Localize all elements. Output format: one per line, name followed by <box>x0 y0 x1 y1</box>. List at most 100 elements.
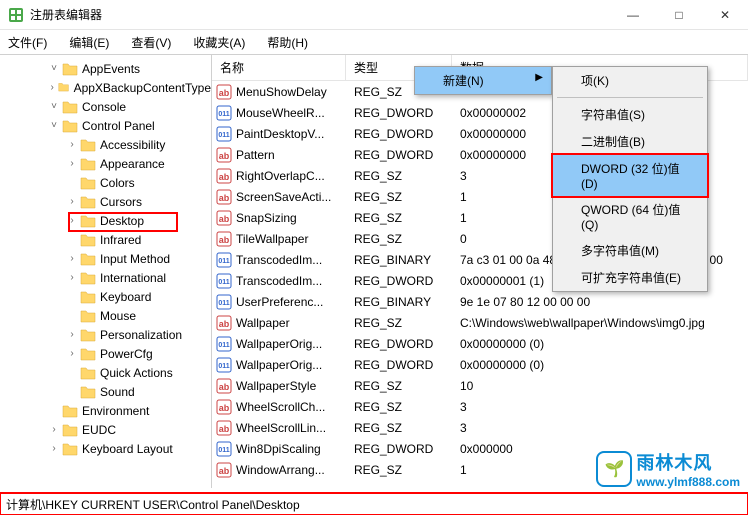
statusbar-path: 计算机\HKEY CURRENT USER\Control Panel\Desk… <box>6 496 300 513</box>
tree-item-infrared[interactable]: Infrared <box>0 230 211 249</box>
tree-item-label: Sound <box>100 385 135 399</box>
tree-item-cursors[interactable]: ›Cursors <box>0 192 211 211</box>
context-sub-item[interactable]: QWORD (64 位)值(Q) <box>553 196 707 237</box>
expander-icon[interactable]: › <box>48 424 60 435</box>
value-icon: 011 <box>216 252 232 268</box>
expander-icon[interactable]: › <box>48 82 56 93</box>
tree-item-accessibility[interactable]: ›Accessibility <box>0 135 211 154</box>
expander-icon[interactable]: › <box>66 196 78 207</box>
folder-icon <box>80 271 96 285</box>
tree-item-eudc[interactable]: ›EUDC <box>0 420 211 439</box>
value-name: Wallpaper <box>236 316 346 330</box>
tree-item-appearance[interactable]: ›Appearance <box>0 154 211 173</box>
minimize-button[interactable]: — <box>610 0 656 30</box>
tree-item-input-method[interactable]: ›Input Method <box>0 249 211 268</box>
expander-icon[interactable]: ˅ <box>48 63 60 74</box>
list-row[interactable]: 011WallpaperOrig...REG_DWORD0x00000000 (… <box>212 354 748 375</box>
expander-icon[interactable]: › <box>66 329 78 340</box>
tree-item-personalization[interactable]: › Personalization <box>0 325 211 344</box>
tree-item-desktop[interactable]: › Desktop <box>0 211 211 230</box>
expander-icon[interactable]: ˅ <box>48 101 60 112</box>
value-icon: 011 <box>216 441 232 457</box>
tree-item-label: Personalization <box>100 328 182 342</box>
tree-item-label: Control Panel <box>82 119 155 133</box>
tree-item-label: Quick Actions <box>100 366 173 380</box>
value-type: REG_DWORD <box>346 127 452 141</box>
menu-help[interactable]: 帮助(H) <box>263 32 312 53</box>
close-button[interactable]: ✕ <box>702 0 748 30</box>
context-sub-item[interactable]: 多字符串值(M) <box>553 237 707 264</box>
svg-text:ab: ab <box>219 382 230 392</box>
context-item-new[interactable]: 新建(N) ▶ <box>415 67 551 94</box>
value-name: WheelScrollLin... <box>236 421 346 435</box>
tree-item-label: Desktop <box>100 214 144 228</box>
tree-item-mouse[interactable]: Mouse <box>0 306 211 325</box>
expander-icon[interactable]: › <box>66 139 78 150</box>
menu-file[interactable]: 文件(F) <box>4 32 51 53</box>
value-type: REG_SZ <box>346 211 452 225</box>
expander-icon[interactable]: › <box>66 348 78 359</box>
list-row[interactable]: 011UserPreferenc...REG_BINARY9e 1e 07 80… <box>212 291 748 312</box>
list-row[interactable]: abWheelScrollCh...REG_SZ3 <box>212 396 748 417</box>
col-name[interactable]: 名称 <box>212 55 346 80</box>
value-type: REG_SZ <box>346 316 452 330</box>
value-icon: ab <box>216 189 232 205</box>
value-icon: ab <box>216 210 232 226</box>
list-row[interactable]: 011WallpaperOrig...REG_DWORD0x00000000 (… <box>212 333 748 354</box>
tree-item-label: PowerCfg <box>100 347 153 361</box>
expander-icon[interactable]: › <box>66 253 78 264</box>
context-sub-item[interactable]: 可扩充字符串值(E) <box>553 264 707 291</box>
tree-item-appxbackupcontenttype[interactable]: ›AppXBackupContentType <box>0 78 211 97</box>
context-sub-item[interactable]: 字符串值(S) <box>553 101 707 128</box>
tree-item-sound[interactable]: Sound <box>0 382 211 401</box>
tree-item-label: Colors <box>100 176 135 190</box>
svg-text:011: 011 <box>218 132 229 139</box>
tree-item-colors[interactable]: Colors <box>0 173 211 192</box>
maximize-button[interactable]: □ <box>656 0 702 30</box>
value-icon: 011 <box>216 357 232 373</box>
context-sub-item[interactable]: 项(K) <box>553 67 707 94</box>
folder-icon <box>62 423 78 437</box>
menu-edit[interactable]: 编辑(E) <box>65 32 113 53</box>
tree-item-console[interactable]: ˅Console <box>0 97 211 116</box>
expander-icon[interactable]: › <box>66 272 78 283</box>
list-row[interactable]: abWallpaperStyleREG_SZ10 <box>212 375 748 396</box>
tree-item-appevents[interactable]: ˅AppEvents <box>0 59 211 78</box>
value-type: REG_BINARY <box>346 253 452 267</box>
tree-item-label: Keyboard Layout <box>82 442 173 456</box>
expander-icon[interactable]: › <box>48 443 60 454</box>
tree-item-powercfg[interactable]: › PowerCfg <box>0 344 211 363</box>
tree-item-control-panel[interactable]: ˅ Control Panel <box>0 116 211 135</box>
value-type: REG_SZ <box>346 463 452 477</box>
value-icon: 011 <box>216 105 232 121</box>
expander-icon[interactable]: › <box>66 158 78 169</box>
value-name: MenuShowDelay <box>236 85 346 99</box>
folder-icon <box>80 138 96 152</box>
value-name: WheelScrollCh... <box>236 400 346 414</box>
value-name: RightOverlapC... <box>236 169 346 183</box>
expander-icon[interactable]: ˅ <box>48 120 60 131</box>
list-row[interactable]: abWheelScrollLin...REG_SZ3 <box>212 417 748 438</box>
context-sub-item[interactable]: 二进制值(B) <box>553 128 707 155</box>
tree-item-environment[interactable]: Environment <box>0 401 211 420</box>
window-title: 注册表编辑器 <box>30 6 610 23</box>
tree-item-label: International <box>100 271 166 285</box>
menu-view[interactable]: 查看(V) <box>127 32 175 53</box>
folder-icon <box>80 252 96 266</box>
value-icon: ab <box>216 378 232 394</box>
tree-item-keyboard-layout[interactable]: › Keyboard Layout <box>0 439 211 458</box>
tree-item-international[interactable]: › International <box>0 268 211 287</box>
tree-item-keyboard[interactable]: Keyboard <box>0 287 211 306</box>
list-row[interactable]: abWallpaperREG_SZC:\Windows\web\wallpape… <box>212 312 748 333</box>
menu-favorites[interactable]: 收藏夹(A) <box>189 32 249 53</box>
tree-item-quick-actions[interactable]: Quick Actions <box>0 363 211 382</box>
expander-icon[interactable]: › <box>66 215 78 226</box>
value-type: REG_SZ <box>346 232 452 246</box>
folder-icon <box>62 62 78 76</box>
tree-pane[interactable]: ˅AppEvents›AppXBackupContentType˅Console… <box>0 55 212 488</box>
svg-text:ab: ab <box>219 403 230 413</box>
value-icon: ab <box>216 462 232 478</box>
context-sub-item[interactable]: DWORD (32 位)值(D) <box>553 155 707 196</box>
value-data: 3 <box>452 421 748 435</box>
svg-text:011: 011 <box>218 363 229 370</box>
